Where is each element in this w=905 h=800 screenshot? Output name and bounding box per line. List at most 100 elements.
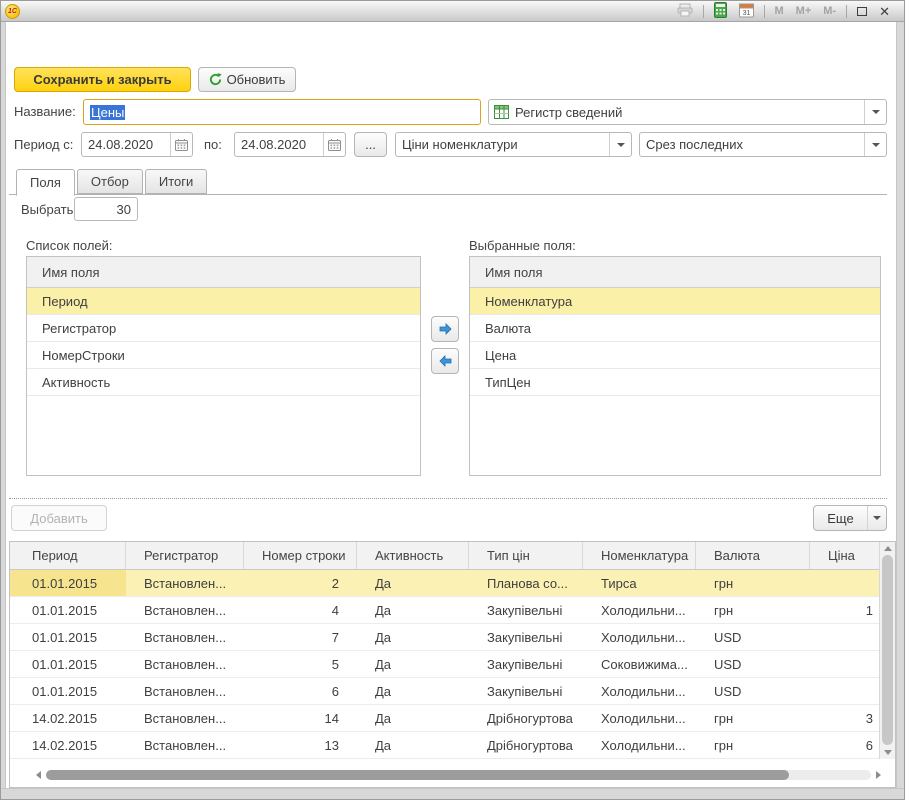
list-item[interactable]: НомерСтроки	[27, 342, 420, 369]
calculator-button[interactable]	[708, 1, 733, 21]
table-cell[interactable]: Встановлен...	[126, 624, 244, 650]
table-cell[interactable]: 13	[244, 732, 357, 758]
m-button[interactable]: M	[769, 1, 790, 21]
list-column-header[interactable]: Имя поля	[27, 257, 420, 288]
table-cell[interactable]: 2	[244, 570, 357, 596]
period-to-calendar-button[interactable]	[323, 133, 345, 156]
table-cell[interactable]: Закупівельні	[469, 624, 583, 650]
type-combo-dropdown-button[interactable]	[864, 100, 886, 124]
print-button[interactable]	[671, 1, 699, 21]
table-cell[interactable]: Закупівельні	[469, 597, 583, 623]
table-cell[interactable]: 01.01.2015	[10, 570, 126, 596]
table-cell[interactable]: Да	[357, 570, 469, 596]
scroll-left-button[interactable]	[36, 771, 41, 779]
list-item[interactable]: Номенклатура	[470, 288, 880, 315]
table-cell[interactable]: Встановлен...	[126, 732, 244, 758]
table-cell[interactable]: Закупівельні	[469, 678, 583, 704]
period-to-input[interactable]: 24.08.2020	[234, 132, 346, 157]
table-cell[interactable]: Да	[357, 651, 469, 677]
period-from-input[interactable]: 24.08.2020	[81, 132, 193, 157]
save-close-button[interactable]: Сохранить и закрыть	[14, 67, 191, 92]
table-row[interactable]: 01.01.2015 Встановлен... 6 Да Закупівель…	[10, 678, 879, 705]
scroll-up-button[interactable]	[884, 546, 892, 551]
column-header[interactable]: Тип цін	[469, 542, 583, 569]
scroll-right-button[interactable]	[876, 771, 881, 779]
table-cell[interactable]: Да	[357, 732, 469, 758]
table-cell[interactable]	[810, 651, 879, 677]
scroll-down-button[interactable]	[884, 750, 892, 755]
table-cell[interactable]: грн	[696, 705, 810, 731]
table-cell[interactable]	[810, 678, 879, 704]
table-cell[interactable]: 01.01.2015	[10, 651, 126, 677]
list-item[interactable]: ТипЦен	[470, 369, 880, 396]
table-row[interactable]: 14.02.2015 Встановлен... 13 Да Дрібногур…	[10, 732, 879, 759]
table-cell[interactable]: 14.02.2015	[10, 732, 126, 758]
table-cell[interactable]: Да	[357, 678, 469, 704]
table-cell[interactable]: Встановлен...	[126, 570, 244, 596]
table-cell[interactable]: 14	[244, 705, 357, 731]
vertical-scrollbar[interactable]	[879, 542, 895, 759]
table-cell[interactable]: Да	[357, 705, 469, 731]
list-column-header[interactable]: Имя поля	[470, 257, 880, 288]
table-cell[interactable]: Да	[357, 597, 469, 623]
column-header[interactable]: Регистратор	[126, 542, 244, 569]
move-right-button[interactable]	[431, 316, 459, 342]
calendar-button[interactable]: 31	[733, 1, 760, 21]
table-cell[interactable]: Встановлен...	[126, 597, 244, 623]
table-cell[interactable]: грн	[696, 597, 810, 623]
table-cell[interactable]: Холодильни...	[583, 624, 696, 650]
table-cell[interactable]: USD	[696, 651, 810, 677]
table-cell[interactable]: 3	[810, 705, 879, 731]
more-button[interactable]: Еще	[813, 505, 887, 531]
table-cell[interactable]: 6	[244, 678, 357, 704]
slice-combo-dropdown-button[interactable]	[864, 133, 886, 156]
list-item[interactable]: Валюта	[470, 315, 880, 342]
add-button[interactable]: Добавить	[11, 505, 107, 531]
table-cell[interactable]: Встановлен...	[126, 705, 244, 731]
column-header[interactable]: Период	[10, 542, 126, 569]
table-cell[interactable]: 4	[244, 597, 357, 623]
list-item[interactable]: Цена	[470, 342, 880, 369]
vertical-scroll-thumb[interactable]	[882, 555, 893, 745]
table-cell[interactable]: Встановлен...	[126, 678, 244, 704]
column-header[interactable]: Валюта	[696, 542, 810, 569]
table-cell[interactable]: Холодильни...	[583, 732, 696, 758]
table-cell[interactable]: Закупівельні	[469, 651, 583, 677]
table-cell[interactable]: 1	[810, 597, 879, 623]
register-combo[interactable]: Ціни номенклатури	[395, 132, 632, 157]
table-cell[interactable]: Встановлен...	[126, 651, 244, 677]
table-row[interactable]: 01.01.2015 Встановлен... 5 Да Закупівель…	[10, 651, 879, 678]
table-cell[interactable]	[810, 570, 879, 596]
table-cell[interactable]: Холодильни...	[583, 597, 696, 623]
table-cell[interactable]: USD	[696, 678, 810, 704]
list-item[interactable]: Активность	[27, 369, 420, 396]
table-row[interactable]: 01.01.2015 Встановлен... 7 Да Закупівель…	[10, 624, 879, 651]
tab-totals[interactable]: Итоги	[145, 169, 207, 194]
list-item[interactable]: Период	[27, 288, 420, 315]
more-dropdown-button[interactable]	[867, 506, 886, 530]
tab-filter[interactable]: Отбор	[77, 169, 143, 194]
select-count-input[interactable]: 30	[74, 197, 138, 221]
table-cell[interactable]: Соковижима...	[583, 651, 696, 677]
m-plus-button[interactable]: M+	[790, 1, 818, 21]
column-header[interactable]: Ціна	[810, 542, 879, 569]
table-cell[interactable]: грн	[696, 732, 810, 758]
table-cell[interactable]: 14.02.2015	[10, 705, 126, 731]
period-ellipsis-button[interactable]: ...	[354, 132, 387, 157]
type-combo[interactable]: Регистр сведений	[488, 99, 887, 125]
m-minus-button[interactable]: M-	[817, 1, 842, 21]
column-header[interactable]: Номенклатура	[583, 542, 696, 569]
table-cell[interactable]: Холодильни...	[583, 678, 696, 704]
table-cell[interactable]: 7	[244, 624, 357, 650]
table-cell[interactable]: 01.01.2015	[10, 624, 126, 650]
table-cell[interactable]: Тирса	[583, 570, 696, 596]
table-cell[interactable]: Холодильни...	[583, 705, 696, 731]
table-cell[interactable]: Да	[357, 624, 469, 650]
horizontal-scrollbar[interactable]	[36, 768, 881, 782]
table-cell[interactable]: Дрібногуртова	[469, 732, 583, 758]
register-combo-dropdown-button[interactable]	[609, 133, 631, 156]
maximize-button[interactable]	[851, 1, 873, 21]
list-item[interactable]: Регистратор	[27, 315, 420, 342]
period-from-calendar-button[interactable]	[170, 133, 192, 156]
close-button[interactable]: ✕	[873, 1, 896, 21]
